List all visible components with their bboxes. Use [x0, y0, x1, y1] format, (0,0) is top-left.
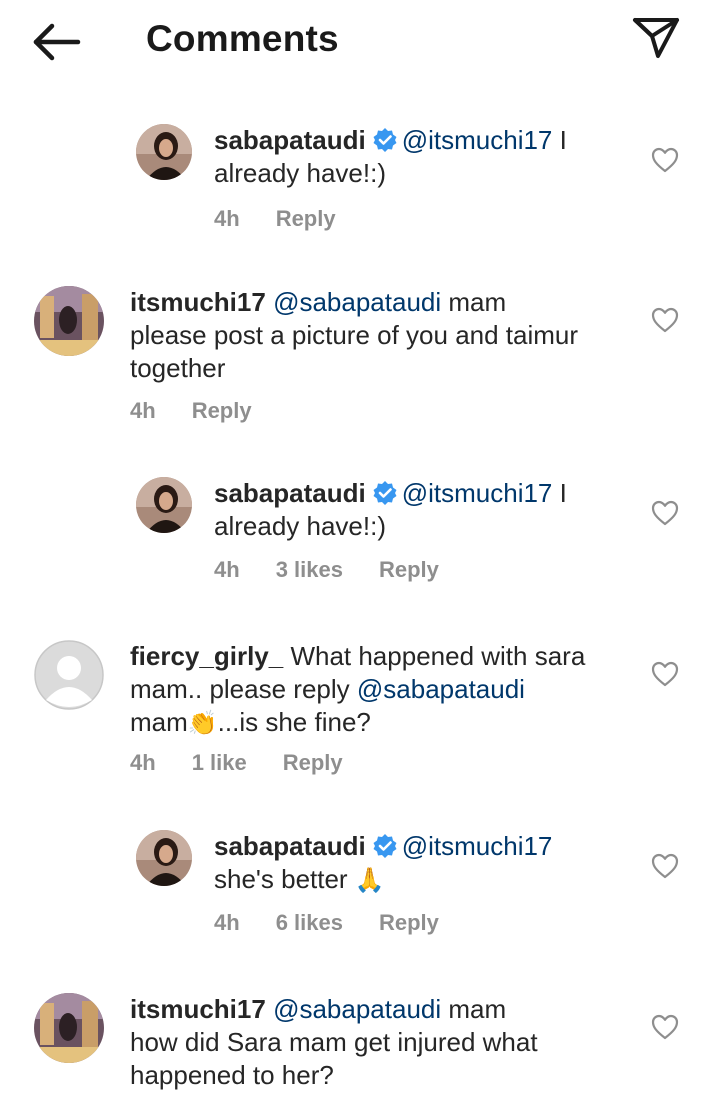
like-button[interactable] [650, 852, 680, 880]
comment-mention[interactable]: @sabapataudi [273, 994, 441, 1024]
verified-badge-icon [373, 481, 397, 505]
comment-username[interactable]: sabapataudi [214, 831, 366, 861]
comment-username[interactable]: fiercy_girly_ [130, 641, 283, 671]
avatar[interactable] [136, 124, 192, 180]
heart-outline-icon [651, 307, 679, 333]
comment-text-part: mam [441, 287, 507, 317]
arrow-left-icon [33, 23, 81, 61]
comment-text-part: I [552, 478, 567, 508]
heart-outline-icon [651, 1014, 679, 1040]
verified-badge-icon [373, 128, 397, 152]
comment-text-part: mam [130, 707, 188, 737]
comment-text: sabapataudi @itsmuchi17 I already have!:) [214, 477, 634, 543]
comment-time: 4h [214, 910, 240, 935]
share-button[interactable] [630, 14, 682, 62]
header-bar: Comments [0, 0, 720, 82]
comment-username[interactable]: sabapataudi [214, 125, 366, 155]
comment-text-part: I [552, 125, 567, 155]
comment-meta: 4h 1 like Reply [130, 750, 379, 776]
comment-text-part: happened to her? [130, 1060, 334, 1090]
comment-reply: sabapataudi @itsmuchi17 she's better 🙏 4h… [136, 830, 696, 950]
comment-text: itsmuchi17 @sabapataudi mam please post … [130, 286, 650, 385]
comment-mention[interactable]: @sabapataudi [273, 287, 441, 317]
comment-mention[interactable]: @itsmuchi17 [402, 478, 553, 508]
reply-button[interactable]: Reply [283, 750, 343, 775]
comment-meta: 4h 6 likes Reply [214, 910, 475, 936]
back-button[interactable] [30, 20, 84, 64]
like-button[interactable] [650, 146, 680, 174]
comment-text-part: already have!:) [214, 511, 386, 541]
comment-meta: 4h 3 likes Reply [214, 557, 475, 583]
reply-button[interactable]: Reply [379, 910, 439, 935]
comment-meta: 4h Reply [214, 206, 372, 232]
comment-text-part: already have!:) [214, 158, 386, 188]
like-button[interactable] [650, 306, 680, 334]
comment-mention[interactable]: @itsmuchi17 [402, 831, 553, 861]
reply-button[interactable]: Reply [379, 557, 439, 582]
avatar[interactable] [136, 830, 192, 886]
comment-time: 4h [130, 750, 156, 775]
heart-outline-icon [651, 500, 679, 526]
comment-text: fiercy_girly_ What happened with sara ma… [130, 640, 650, 740]
heart-outline-icon [651, 853, 679, 879]
comment-text-part: mam.. please reply [130, 674, 357, 704]
like-button[interactable] [650, 660, 680, 688]
comment-username[interactable]: itsmuchi17 [130, 287, 266, 317]
comment-text: sabapataudi @itsmuchi17 she's better 🙏 [214, 830, 634, 897]
comment: fiercy_girly_ What happened with sara ma… [34, 640, 696, 790]
comment-text-part: please post a picture of you and taimur [130, 320, 579, 350]
comment-meta: 4h Reply [130, 398, 288, 424]
verified-badge-icon [373, 834, 397, 858]
avatar[interactable] [34, 640, 104, 710]
comment-text-part: What happened with sara [283, 641, 586, 671]
heart-outline-icon [651, 147, 679, 173]
comment-likes[interactable]: 1 like [192, 750, 247, 775]
paper-plane-icon [633, 18, 679, 58]
avatar[interactable] [34, 286, 104, 356]
reply-button[interactable]: Reply [192, 398, 252, 423]
comment-text-part: how did Sara mam get injured what [130, 1027, 538, 1057]
comment-time: 4h [214, 206, 240, 231]
avatar[interactable] [136, 477, 192, 533]
comment-text: sabapataudi @itsmuchi17 I already have!:) [214, 124, 634, 190]
avatar[interactable] [34, 993, 104, 1063]
reply-button[interactable]: Reply [276, 206, 336, 231]
comment-text-part: mam [441, 994, 507, 1024]
like-button[interactable] [650, 1013, 680, 1041]
comment-username[interactable]: itsmuchi17 [130, 994, 266, 1024]
comment-likes[interactable]: 6 likes [276, 910, 343, 935]
comment: itsmuchi17 @sabapataudi mam how did Sara… [34, 993, 696, 1097]
comment-likes[interactable]: 3 likes [276, 557, 343, 582]
comment: itsmuchi17 @sabapataudi mam please post … [34, 286, 696, 436]
like-button[interactable] [650, 499, 680, 527]
comment-text-part: she's better [214, 864, 355, 894]
heart-outline-icon [651, 661, 679, 687]
comment-username[interactable]: sabapataudi [214, 478, 366, 508]
comment-mention[interactable]: @sabapataudi [357, 674, 525, 704]
comment-text: itsmuchi17 @sabapataudi mam how did Sara… [130, 993, 650, 1092]
comment-text-part: ...is she fine? [217, 707, 371, 737]
page-title: Comments [146, 18, 339, 59]
comment-mention[interactable]: @itsmuchi17 [402, 125, 553, 155]
clapping-hands-emoji: 👏 [187, 709, 218, 737]
comment-text-part: together [130, 353, 226, 383]
comment-reply: sabapataudi @itsmuchi17 I already have!:)… [136, 124, 696, 244]
comment-reply: sabapataudi @itsmuchi17 I already have!:)… [136, 477, 696, 597]
comment-time: 4h [130, 398, 156, 423]
comment-time: 4h [214, 557, 240, 582]
folded-hands-emoji: 🙏 [354, 866, 385, 894]
